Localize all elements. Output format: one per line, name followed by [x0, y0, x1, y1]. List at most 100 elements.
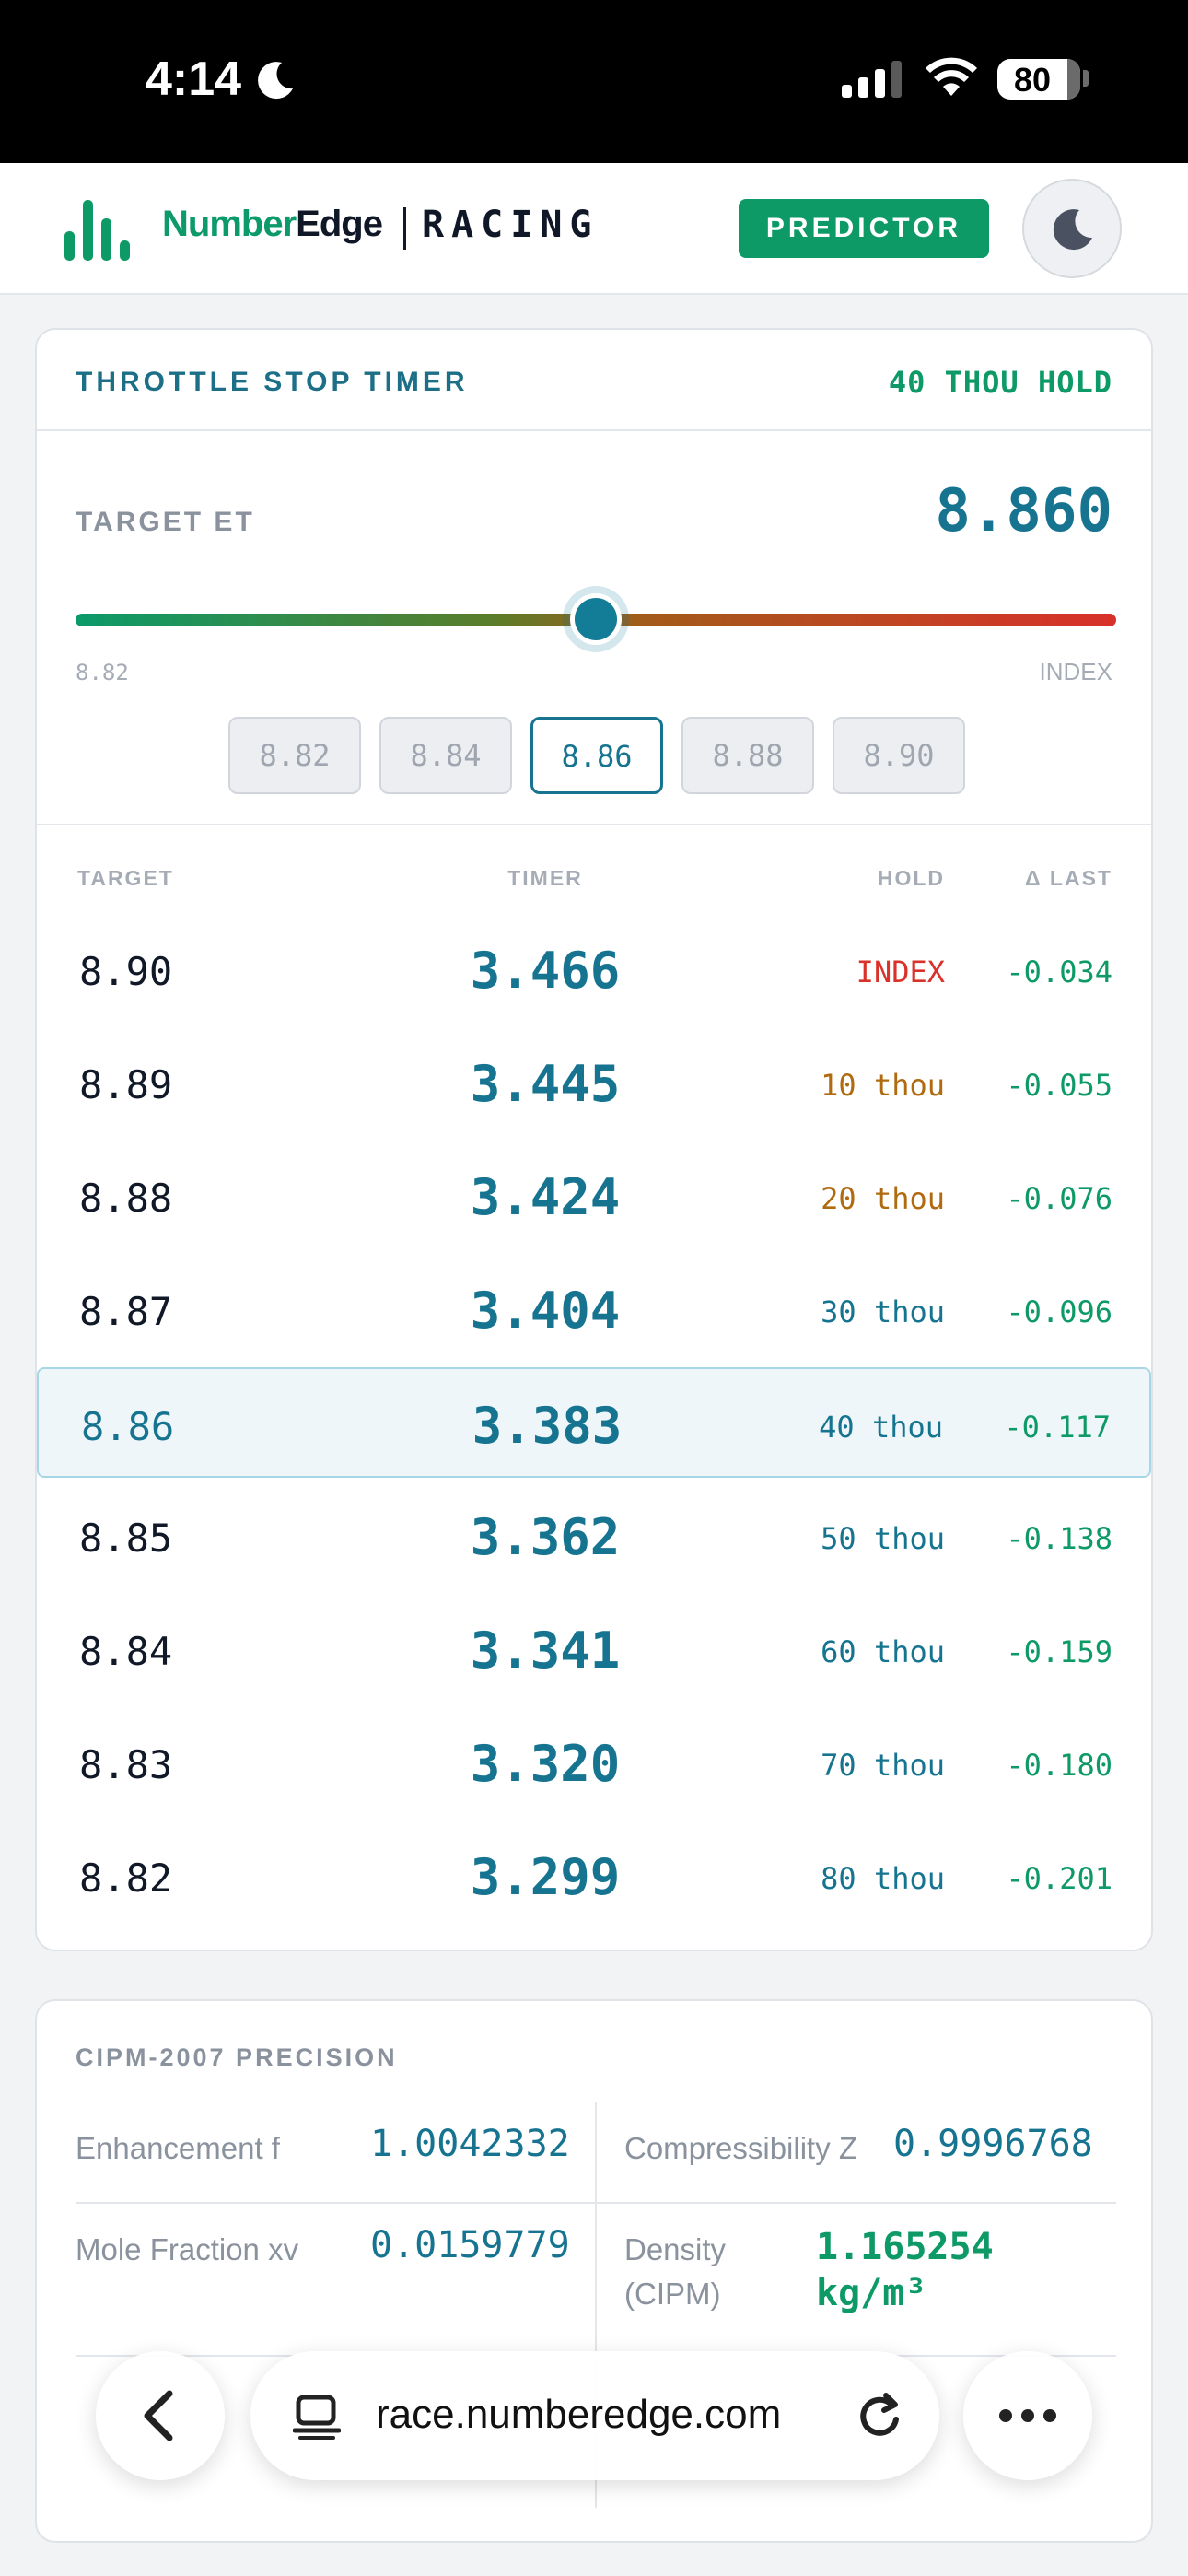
- preset-chip[interactable]: 8.90: [833, 717, 965, 794]
- tab-overview-icon[interactable]: [293, 2394, 341, 2440]
- table-row[interactable]: 8.86 3.383 40 thou -0.117: [37, 1367, 1151, 1478]
- row-delta: -0.138: [1006, 1521, 1112, 1556]
- row-timer: 3.320: [470, 1735, 621, 1793]
- preset-chip-row: 8.82 8.84 8.86 8.88 8.90: [228, 717, 965, 794]
- reload-icon[interactable]: [855, 2392, 904, 2441]
- row-delta: -0.034: [1006, 954, 1112, 989]
- column-header-target: TARGET: [77, 866, 174, 890]
- app-header: NumberEdge RACING PREDICTOR: [0, 163, 1188, 295]
- row-hold: 50 thou: [821, 1521, 945, 1556]
- metric-value: 0.9996768: [893, 2123, 1093, 2165]
- bar-chart-icon[interactable]: [64, 200, 138, 261]
- preset-chip[interactable]: 8.88: [681, 717, 814, 794]
- moon-icon: [258, 62, 293, 100]
- more-dots-icon: [999, 2409, 1056, 2422]
- browser-url-bar[interactable]: race.numberedge.com: [250, 2351, 939, 2480]
- browser-back-button[interactable]: [96, 2351, 225, 2480]
- cipm-card-title: CIPM-2007 PRECISION: [76, 2043, 398, 2071]
- moon-icon: [1053, 209, 1092, 251]
- row-delta: -0.055: [1006, 1068, 1112, 1103]
- row-hold: 10 thou: [821, 1068, 945, 1103]
- status-time: 4:14: [146, 53, 242, 106]
- row-target: 8.88: [79, 1176, 173, 1221]
- row-hold: 80 thou: [821, 1861, 945, 1896]
- metric-label-line: Density: [624, 2232, 727, 2266]
- wifi-icon: [926, 57, 977, 96]
- chevron-left-icon: [144, 2390, 173, 2441]
- row-timer: 3.466: [470, 942, 621, 1000]
- battery-level: 80: [1013, 61, 1052, 99]
- column-header-timer: TIMER: [507, 866, 583, 890]
- brand-divider: [403, 207, 406, 250]
- table-row[interactable]: 8.84 3.341 60 thou -0.159: [37, 1594, 1151, 1704]
- row-timer: 3.383: [472, 1397, 623, 1455]
- card-header: THROTTLE STOP TIMER 40 THOU HOLD: [37, 330, 1151, 431]
- slider-min-label: 8.82: [76, 660, 129, 685]
- hold-mode-label: 40 THOU HOLD: [888, 365, 1112, 400]
- row-timer: 3.404: [470, 1282, 621, 1340]
- metric-label-line: (CIPM): [624, 2277, 721, 2311]
- row-timer: 3.424: [470, 1168, 621, 1226]
- row-delta: -0.096: [1006, 1294, 1112, 1329]
- target-slider-thumb[interactable]: [570, 593, 622, 645]
- throttle-stop-timer-card: THROTTLE STOP TIMER 40 THOU HOLD TARGET …: [35, 328, 1153, 1951]
- row-delta: -0.201: [1006, 1861, 1112, 1896]
- metric-label: Mole Fraction xv: [76, 2232, 299, 2266]
- row-hold: 30 thou: [821, 1294, 945, 1329]
- slider-max-label: INDEX: [1039, 658, 1112, 685]
- table-row[interactable]: 8.88 3.424 20 thou -0.076: [37, 1141, 1151, 1251]
- row-target: 8.89: [79, 1062, 173, 1107]
- battery-tip: [1083, 70, 1089, 87]
- preset-chip[interactable]: 8.84: [379, 717, 512, 794]
- status-bar: 4:14 80: [0, 0, 1188, 163]
- table-row[interactable]: 8.83 3.320 70 thou -0.180: [37, 1707, 1151, 1818]
- browser-more-button[interactable]: [963, 2351, 1092, 2480]
- row-hold: 20 thou: [821, 1181, 945, 1216]
- metric-value-line: kg/m³: [816, 2272, 927, 2314]
- row-delta: -0.117: [1004, 1410, 1111, 1445]
- row-timer: 3.341: [470, 1622, 621, 1680]
- theme-toggle-button[interactable]: [1022, 179, 1122, 278]
- preset-chip[interactable]: 8.82: [228, 717, 361, 794]
- row-delta: -0.159: [1006, 1634, 1112, 1669]
- row-timer: 3.445: [470, 1055, 621, 1113]
- metric-value-line: 1.165254: [816, 2226, 994, 2268]
- browser-url-text: race.numberedge.com: [376, 2392, 782, 2437]
- row-hold: 40 thou: [819, 1410, 943, 1445]
- row-delta: -0.076: [1006, 1181, 1112, 1216]
- brand-name-edge: Edge: [296, 204, 383, 244]
- battery-indicator: 80: [997, 59, 1080, 100]
- cellular-signal-icon: [842, 61, 902, 98]
- target-et-value: 8.860: [935, 477, 1112, 545]
- row-target: 8.82: [79, 1856, 173, 1901]
- row-timer: 3.299: [470, 1848, 621, 1906]
- metric-value: 1.165254 kg/m³: [816, 2224, 994, 2316]
- target-et-label: TARGET ET: [76, 507, 255, 537]
- predictor-button[interactable]: PREDICTOR: [739, 199, 989, 258]
- brand-name-number: Number: [162, 204, 297, 244]
- metric-label: Density (CIPM): [624, 2228, 726, 2316]
- row-target: 8.83: [79, 1742, 173, 1787]
- brand-name[interactable]: NumberEdge: [162, 204, 383, 245]
- row-hold: 60 thou: [821, 1634, 945, 1669]
- table-row[interactable]: 8.85 3.362 50 thou -0.138: [37, 1481, 1151, 1591]
- row-target: 8.85: [79, 1516, 173, 1561]
- metric-value: 1.0042332: [370, 2123, 570, 2165]
- column-header-delta: Δ LAST: [1025, 866, 1112, 890]
- table-row[interactable]: 8.82 3.299 80 thou -0.201: [37, 1821, 1151, 1931]
- card-title: THROTTLE STOP TIMER: [76, 367, 469, 397]
- row-target: 8.87: [79, 1289, 173, 1334]
- row-timer: 3.362: [470, 1508, 621, 1566]
- row-target: 8.84: [79, 1629, 173, 1674]
- column-header-hold: HOLD: [877, 866, 945, 890]
- row-hold: 70 thou: [821, 1748, 945, 1783]
- row-delta: -0.180: [1006, 1748, 1112, 1783]
- table-row[interactable]: 8.87 3.404 30 thou -0.096: [37, 1254, 1151, 1364]
- preset-chip[interactable]: 8.86: [530, 717, 663, 794]
- brand-section: RACING: [422, 204, 600, 246]
- row-hold: INDEX: [856, 954, 945, 989]
- table-row[interactable]: 8.89 3.445 10 thou -0.055: [37, 1027, 1151, 1138]
- table-row[interactable]: 8.90 3.466 INDEX -0.034: [37, 914, 1151, 1025]
- metric-label: Compressibility Z: [624, 2131, 858, 2165]
- table-divider: [37, 824, 1151, 825]
